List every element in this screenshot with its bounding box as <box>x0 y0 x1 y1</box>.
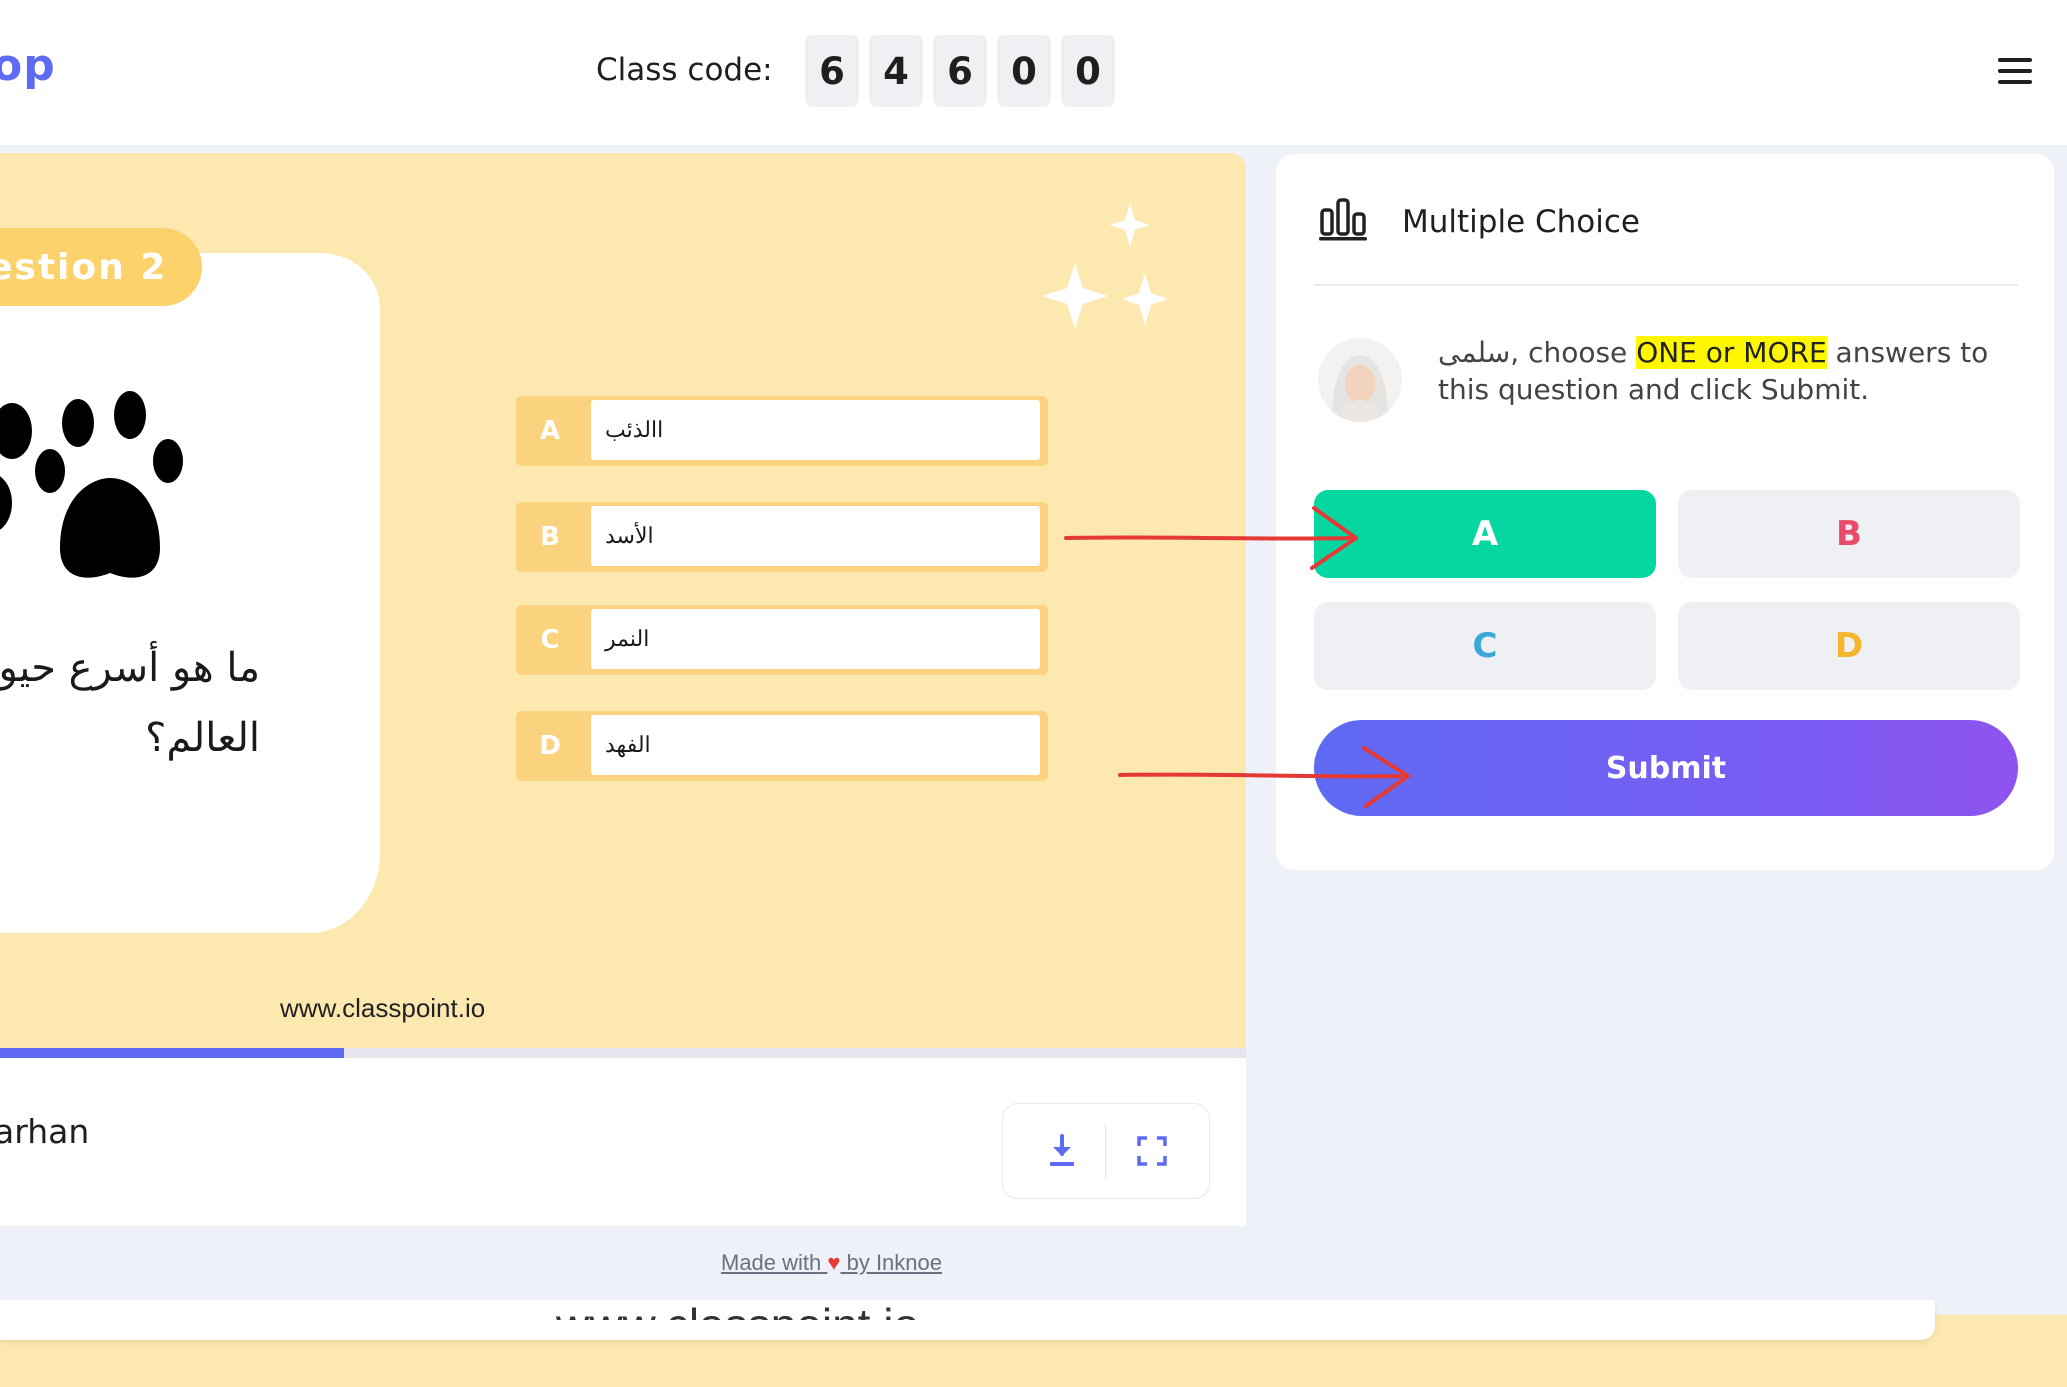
panel-divider <box>1314 284 2018 286</box>
question-text: ما هو أسرع حيو العالم؟ <box>0 633 260 773</box>
fullscreen-icon[interactable] <box>1131 1130 1173 1172</box>
hamburger-menu-icon[interactable] <box>1998 58 2032 84</box>
class-code-label: Class code: <box>596 52 773 88</box>
top-bar: op Class code: 6 4 6 0 0 <box>0 0 2067 145</box>
made-with-link[interactable]: Made with ♥ by Inknoe <box>721 1250 942 1276</box>
sparkles-icon <box>1042 203 1168 329</box>
slide-progress-bar <box>0 1048 1246 1058</box>
class-code-digit: 0 <box>1061 35 1115 107</box>
slide-option-a: A االذئب <box>516 396 1048 466</box>
slide-watermark: www.classpoint.io <box>280 993 486 1023</box>
slide-view: estion 2 ما هو أسرع حيو العالم؟ A االذئب… <box>0 153 1246 1051</box>
class-code-digit: 0 <box>997 35 1051 107</box>
submit-button[interactable]: Submit <box>1314 720 2018 816</box>
option-letter: B <box>540 522 560 552</box>
slide-option-d: D الفهد <box>516 711 1048 781</box>
answer-button-c[interactable]: C <box>1314 602 1656 690</box>
slide-footer: arhan <box>0 1058 1246 1226</box>
heart-icon: ♥ <box>827 1250 841 1275</box>
slide-progress-fill <box>0 1048 344 1058</box>
answer-panel: Multiple Choice سلمى, choose ONE or MORE… <box>1276 154 2054 870</box>
made-with-text: Made with <box>721 1250 822 1275</box>
option-letter: C <box>540 625 560 655</box>
answer-button-d[interactable]: D <box>1678 602 2020 690</box>
slide-option-c: C النمر <box>516 605 1048 675</box>
option-text: الفهد <box>591 715 1040 775</box>
class-code-digit: 6 <box>805 35 859 107</box>
option-letter: A <box>539 416 561 446</box>
instruction-part: , choose <box>1510 336 1637 369</box>
download-icon[interactable] <box>1041 1130 1083 1172</box>
option-text: النمر <box>591 609 1040 669</box>
student-avatar <box>1318 338 1402 422</box>
made-with-brand: by Inknoe <box>846 1250 942 1275</box>
panel-title: Multiple Choice <box>1402 204 1640 240</box>
class-code: 6 4 6 0 0 <box>805 35 1115 107</box>
option-letter: D <box>539 731 561 761</box>
class-code-digit: 4 <box>869 35 923 107</box>
instruction-highlight: ONE or MORE <box>1636 336 1827 369</box>
class-code-digit: 6 <box>933 35 987 107</box>
presenter-name: arhan <box>0 1112 90 1151</box>
question-text-line: العالم؟ <box>145 715 260 761</box>
instruction-text: سلمى, choose ONE or MORE answers to this… <box>1438 334 2028 408</box>
bar-chart-icon <box>1319 198 1367 241</box>
background-card <box>0 1300 1935 1340</box>
slide-option-b: B الأسد <box>516 502 1048 572</box>
option-text: الأسد <box>591 506 1040 566</box>
answer-button-b[interactable]: B <box>1678 490 2020 578</box>
tool-divider <box>1105 1124 1106 1178</box>
question-tag-label: estion 2 <box>0 247 168 288</box>
option-text: االذئب <box>591 400 1040 460</box>
slide-tools <box>1002 1103 1210 1199</box>
student-name: سلمى <box>1438 336 1511 369</box>
question-text-line: ما هو أسرع حيو <box>0 645 260 691</box>
paw-prints-image <box>0 391 183 578</box>
answer-button-a[interactable]: A <box>1314 490 1656 578</box>
app-logo[interactable]: op <box>0 40 56 91</box>
